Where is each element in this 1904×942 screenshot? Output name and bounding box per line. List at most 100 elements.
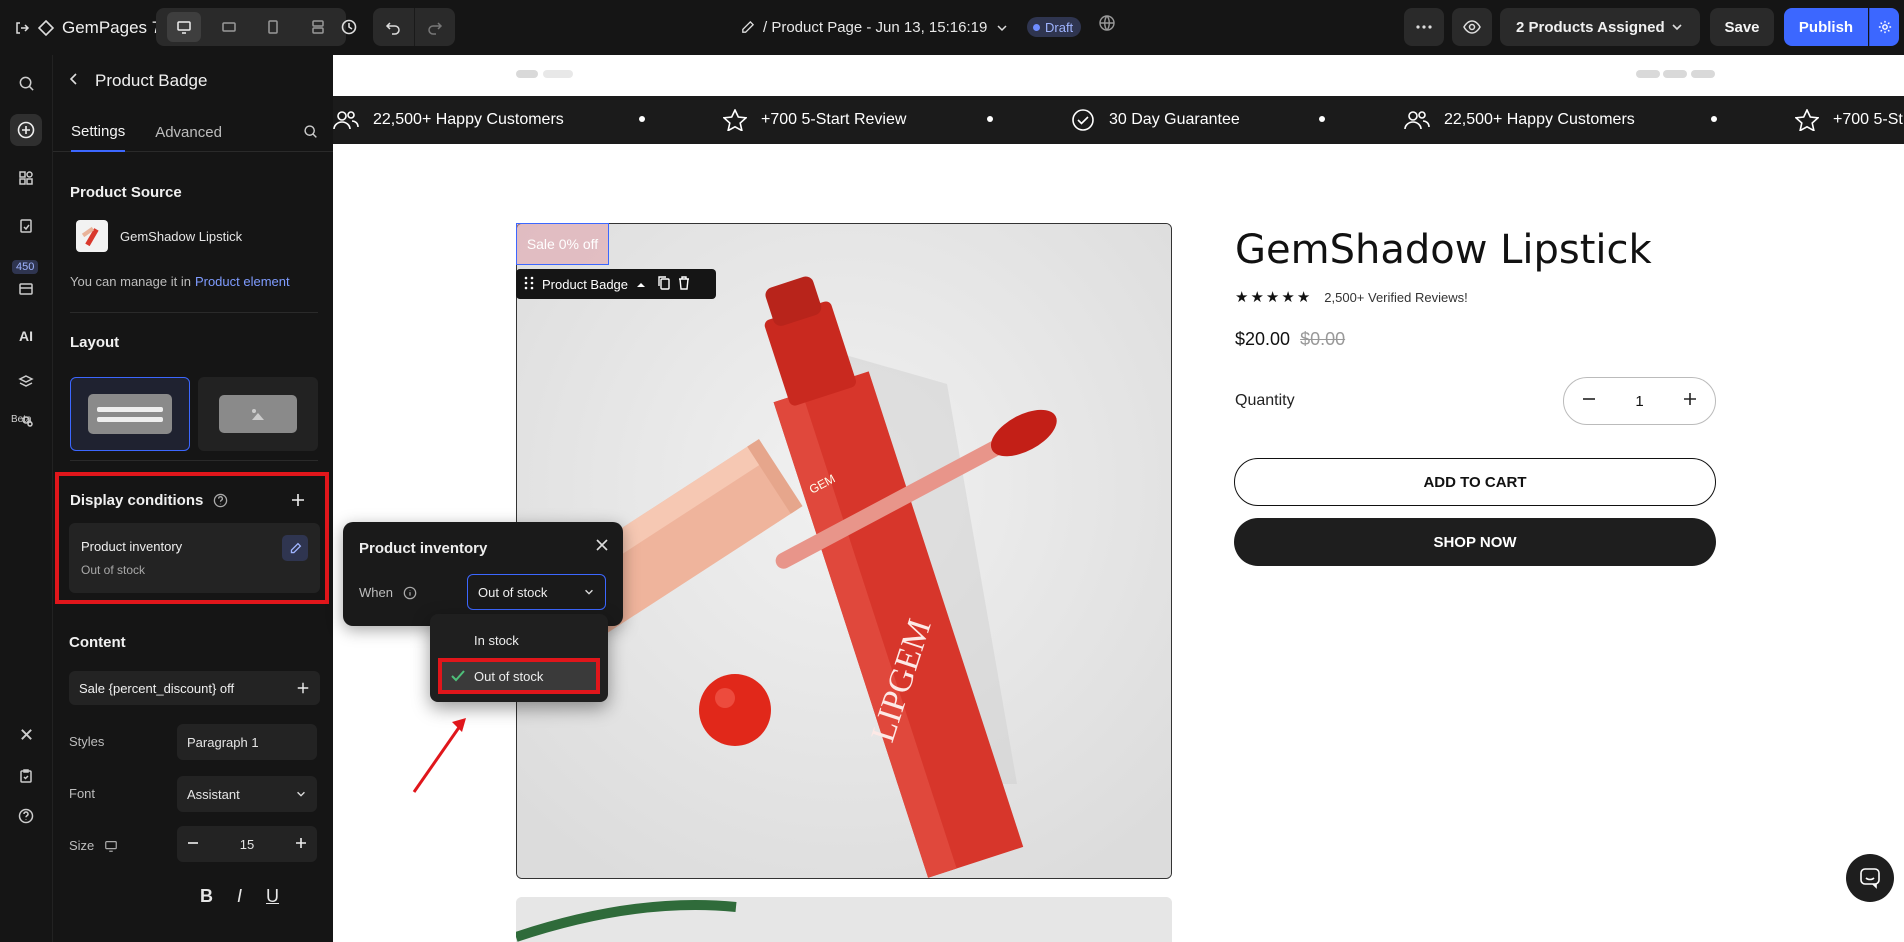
library-rail-button[interactable]	[10, 273, 42, 305]
more-horizontal-icon	[1416, 25, 1432, 29]
styles-select[interactable]: Paragraph 1	[177, 724, 317, 760]
when-label: When	[359, 585, 393, 600]
bold-icon[interactable]: B	[200, 886, 213, 907]
increase-size-button[interactable]	[295, 837, 307, 852]
search-rail-button[interactable]	[10, 67, 42, 99]
chat-launcher-button[interactable]	[1846, 854, 1894, 902]
history-button[interactable]	[330, 8, 368, 46]
edit-condition-button[interactable]	[282, 535, 308, 561]
annotation-arrow	[412, 718, 466, 793]
quantity-value[interactable]: 1	[1635, 393, 1643, 410]
redo-button[interactable]	[413, 8, 456, 46]
chevron-down-icon	[997, 24, 1007, 31]
star-icon: ★	[1296, 289, 1311, 306]
shop-now-button[interactable]: SHOP NOW	[1234, 518, 1716, 566]
trash-icon[interactable]	[678, 275, 690, 293]
plus-circle-icon	[17, 121, 35, 139]
option-in-stock[interactable]: In stock	[438, 622, 600, 658]
clipboard-icon	[20, 769, 32, 783]
products-assigned-dropdown[interactable]: 2 Products Assigned	[1500, 8, 1700, 46]
mobile-device-button[interactable]	[256, 12, 290, 42]
undo-button[interactable]	[373, 8, 414, 46]
product-badge-selected[interactable]: Sale 0% off	[516, 223, 609, 265]
product-price: $20.00 $0.00	[1235, 329, 1345, 350]
users-icon	[333, 111, 359, 130]
option-label: In stock	[474, 632, 519, 648]
pages-rail-button[interactable]	[10, 210, 42, 242]
element-toolbar-label[interactable]: Product Badge	[542, 277, 628, 292]
layers-rail-button[interactable]	[10, 366, 42, 398]
add-to-cart-button[interactable]: ADD TO CART	[1234, 458, 1716, 506]
tablet-device-button[interactable]	[212, 12, 246, 42]
brand-name: GemPages 7	[62, 17, 162, 37]
theme-rail-button[interactable]	[10, 404, 42, 436]
product-element-link[interactable]: Product element	[195, 274, 290, 289]
publish-button[interactable]: Publish	[1784, 8, 1868, 46]
layout-option-text[interactable]	[70, 377, 190, 451]
panel-header: Product Badge	[67, 71, 207, 91]
announcement-marquee: 22,500+ Happy Customers +700 5-Start Rev…	[333, 96, 1904, 144]
desktop-device-button[interactable]	[167, 12, 202, 42]
product-source-row[interactable]: GemShadow Lipstick	[76, 220, 242, 252]
tab-advanced[interactable]: Advanced	[155, 112, 222, 152]
duplicate-icon[interactable]	[658, 275, 670, 293]
globe-icon[interactable]	[1098, 14, 1116, 35]
underline-icon[interactable]: U	[266, 886, 279, 907]
eye-icon	[1463, 20, 1481, 34]
option-out-of-stock[interactable]: Out of stock	[438, 658, 600, 694]
product-image-secondary[interactable]	[516, 897, 1172, 942]
marquee-text: +700 5-Start Review	[761, 111, 907, 128]
decrease-size-button[interactable]	[187, 837, 199, 852]
font-select[interactable]: Assistant	[177, 776, 317, 812]
marquee-item: +700 5-St	[1795, 96, 1903, 144]
count-badge: 450	[12, 260, 39, 274]
history-icon	[341, 19, 357, 35]
publish-settings-button[interactable]	[1869, 8, 1899, 46]
brand[interactable]: GemPages 7	[14, 0, 161, 55]
pencil-icon	[290, 542, 301, 553]
content-text-field[interactable]: Sale {percent_discount} off	[69, 671, 320, 705]
inventory-select[interactable]: Out of stock	[467, 574, 606, 610]
desktop-icon	[105, 840, 118, 852]
back-arrow-icon[interactable]	[67, 71, 81, 91]
compare-price: $0.00	[1300, 329, 1346, 349]
add-element-rail-button[interactable]	[10, 114, 42, 146]
redo-icon	[428, 22, 442, 35]
close-popover-button[interactable]	[595, 538, 609, 555]
ai-rail-button[interactable]: AI	[10, 320, 42, 352]
italic-icon[interactable]: I	[237, 886, 242, 907]
more-options-button[interactable]	[1404, 8, 1444, 46]
device-switcher	[156, 8, 346, 46]
edit-pencil-icon	[742, 20, 755, 33]
drag-handle-icon[interactable]	[524, 276, 534, 293]
tasks-rail-button[interactable]	[10, 760, 42, 792]
x-brand-icon	[20, 728, 32, 740]
save-button[interactable]: Save	[1710, 8, 1774, 46]
sections-rail-button[interactable]	[10, 162, 42, 194]
chevron-down-icon	[297, 791, 305, 797]
exit-icon[interactable]	[14, 20, 30, 36]
panel-search-button[interactable]	[303, 112, 318, 151]
size-value[interactable]: 15	[240, 837, 254, 852]
preview-button[interactable]	[1452, 8, 1492, 46]
tab-settings[interactable]: Settings	[71, 112, 126, 152]
layers-icon	[18, 375, 34, 387]
inventory-select-value: Out of stock	[478, 584, 548, 600]
canvas-pill	[543, 70, 573, 78]
condition-item[interactable]: Product inventory Out of stock	[69, 523, 320, 593]
size-stepper[interactable]: 15	[177, 826, 317, 862]
marquee-separator	[1711, 116, 1717, 122]
page-title-selector[interactable]: / Product Page - Jun 13, 15:16:19	[740, 0, 1009, 55]
marquee-text: 30 Day Guarantee	[1109, 111, 1240, 128]
decrease-quantity-button[interactable]	[1582, 392, 1596, 410]
assigned-label: 2 Products Assigned	[1516, 18, 1665, 36]
layout-option-image[interactable]	[198, 377, 318, 451]
styles-value: Paragraph 1	[187, 734, 259, 750]
increase-quantity-button[interactable]	[1683, 392, 1697, 410]
help-rail-button[interactable]	[10, 800, 42, 832]
chevron-down-icon	[1672, 24, 1682, 31]
font-label: Font	[69, 786, 96, 801]
caret-up-icon[interactable]	[636, 277, 646, 292]
integrations-rail-button[interactable]	[10, 718, 42, 750]
top-bar: GemPages 7 / Product Page - Jun 13, 15:1…	[0, 0, 1904, 55]
